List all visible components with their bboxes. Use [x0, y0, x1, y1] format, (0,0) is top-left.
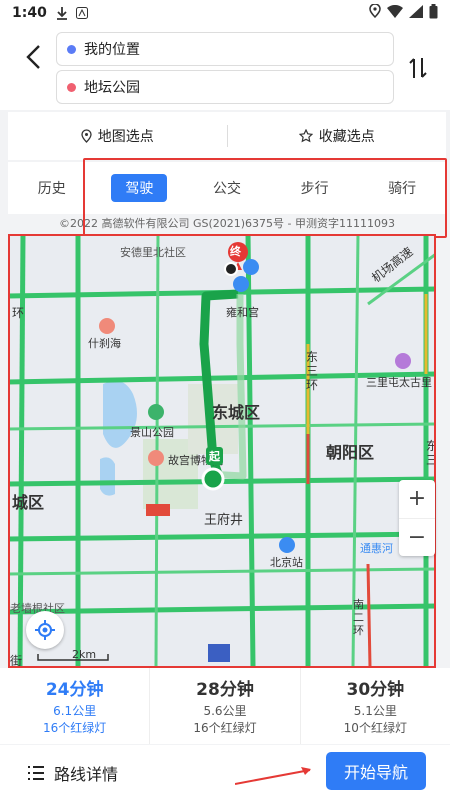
status-time: 1:40 [12, 5, 47, 21]
map-select-label: 地图选点 [97, 129, 154, 145]
star-icon [298, 129, 313, 143]
zoom-in-button[interactable]: + [399, 480, 435, 519]
route-time: 28分钟 [196, 680, 254, 700]
route-option[interactable]: 28分钟 5.6公里 16个红绿灯 [150, 668, 301, 744]
battery-icon [429, 3, 438, 23]
annotation-arrow-icon [235, 767, 311, 785]
favorite-select-label: 收藏选点 [318, 129, 375, 145]
route-lights: 10个红绿灯 [343, 721, 407, 735]
point-picker-bar: 地图选点 收藏选点 [8, 112, 446, 160]
start-location-text: 我的位置 [84, 42, 140, 58]
start-location-field[interactable]: 我的位置 [56, 32, 394, 66]
app-notification-icon [75, 6, 89, 20]
end-location-field[interactable]: 地坛公园 [56, 70, 394, 104]
zoom-controls: + − [399, 480, 435, 556]
zoom-out-button[interactable]: − [399, 519, 435, 557]
location-status-icon [369, 3, 381, 22]
highlight-box-tabs [83, 158, 447, 238]
route-options: 24分钟 6.1公里 16个红绿灯 28分钟 5.6公里 16个红绿灯 30分钟… [0, 668, 450, 744]
route-search-card: 我的位置 地坛公园 [0, 26, 450, 110]
back-button[interactable] [18, 42, 48, 72]
map-select-button[interactable]: 地图选点 [8, 126, 227, 146]
end-location-text: 地坛公园 [84, 80, 140, 96]
list-icon [28, 765, 44, 780]
route-option[interactable]: 24分钟 6.1公里 16个红绿灯 [0, 668, 151, 744]
download-icon [55, 6, 69, 20]
crosshair-icon [35, 620, 55, 640]
route-detail-button[interactable]: 路线详情 [28, 761, 118, 785]
start-dot-icon [67, 44, 76, 54]
favorite-select-button[interactable]: 收藏选点 [228, 126, 447, 146]
route-distance: 6.1公里 [53, 704, 97, 718]
swap-locations-button[interactable] [406, 56, 430, 80]
route-detail-label: 路线详情 [54, 764, 119, 784]
chevron-left-icon [26, 45, 40, 69]
route-time: 24分钟 [45, 680, 104, 700]
end-dot-icon [67, 82, 76, 92]
route-distance: 5.6公里 [203, 704, 247, 718]
locate-me-button[interactable] [26, 611, 64, 649]
route-distance: 5.1公里 [353, 704, 397, 718]
highlight-box-map [8, 234, 436, 668]
start-navigation-button[interactable]: 开始导航 [326, 752, 426, 790]
route-lights: 16个红绿灯 [193, 721, 257, 735]
route-time: 30分钟 [346, 680, 405, 700]
signal-icon [409, 4, 423, 22]
status-bar: 1:40 [0, 0, 450, 26]
tab-history-label: 历史 [37, 181, 66, 197]
route-lights: 16个红绿灯 [43, 721, 107, 735]
swap-icon [409, 58, 427, 78]
location-pin-icon [81, 129, 92, 143]
route-option[interactable]: 30分钟 5.1公里 10个红绿灯 [301, 668, 450, 744]
wifi-icon [387, 4, 403, 22]
